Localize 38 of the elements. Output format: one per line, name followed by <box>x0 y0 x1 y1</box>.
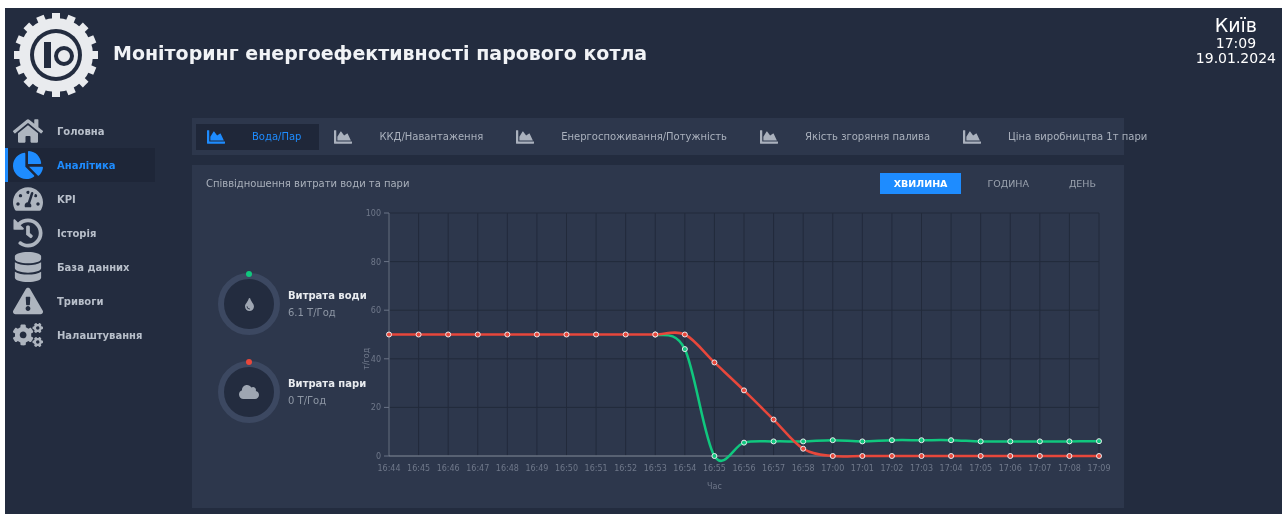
x-tick-label: 17:08 <box>1057 464 1081 473</box>
x-tick-label: 17:02 <box>880 464 904 473</box>
x-tick-label: 16:52 <box>614 464 638 473</box>
y-tick-label: 20 <box>370 403 381 413</box>
clock-date: 19.01.2024 <box>1195 51 1276 66</box>
x-tick-label: 16:56 <box>732 464 756 473</box>
x-tick-label: 16:55 <box>702 464 726 473</box>
x-tick-label: 17:07 <box>1028 464 1052 473</box>
x-tick-label: 16:45 <box>407 464 431 473</box>
y-tick-label: 80 <box>370 257 381 267</box>
gauge-label: Витрата пари <box>288 378 367 389</box>
gauge-value: 6.1 Т/Год <box>288 307 337 318</box>
x-tick-label: 17:03 <box>909 464 934 473</box>
x-tick-label: 17:06 <box>998 464 1022 473</box>
gauge-value: 0 Т/Год <box>288 395 328 406</box>
clock-time: 17:09 <box>1215 36 1257 51</box>
x-tick-label: 17:01 <box>850 464 874 473</box>
x-tick-label: 16:57 <box>762 464 786 473</box>
x-tick-label: 16:58 <box>791 464 815 473</box>
x-tick-label: 17:00 <box>821 464 845 473</box>
page-title: Моніторинг енергоефективності парового котла <box>113 42 649 64</box>
x-tick-label: 16:50 <box>554 464 579 473</box>
x-tick-label: 17:05 <box>969 464 993 473</box>
x-tick-label: 16:49 <box>525 464 549 473</box>
card-title: Співвідношення витрати води та пари <box>206 177 411 189</box>
x-tick-label: 16:54 <box>673 464 697 473</box>
x-tick-label: 16:53 <box>643 464 667 473</box>
y-axis-title: т/год <box>362 347 371 370</box>
x-tick-label: 16:47 <box>466 464 490 473</box>
y-tick-label: 100 <box>365 209 381 218</box>
x-tick-label: 16:48 <box>495 464 519 473</box>
x-tick-label: 17:04 <box>939 464 963 473</box>
x-tick-label: 16:51 <box>584 464 608 473</box>
x-tick-label: 16:46 <box>436 464 460 473</box>
x-tick-label: 17:09 <box>1087 464 1111 473</box>
x-tick-label: 16:44 <box>377 464 401 473</box>
city-name: Київ <box>1214 14 1258 36</box>
gauge-label: Витрата води <box>288 290 367 301</box>
